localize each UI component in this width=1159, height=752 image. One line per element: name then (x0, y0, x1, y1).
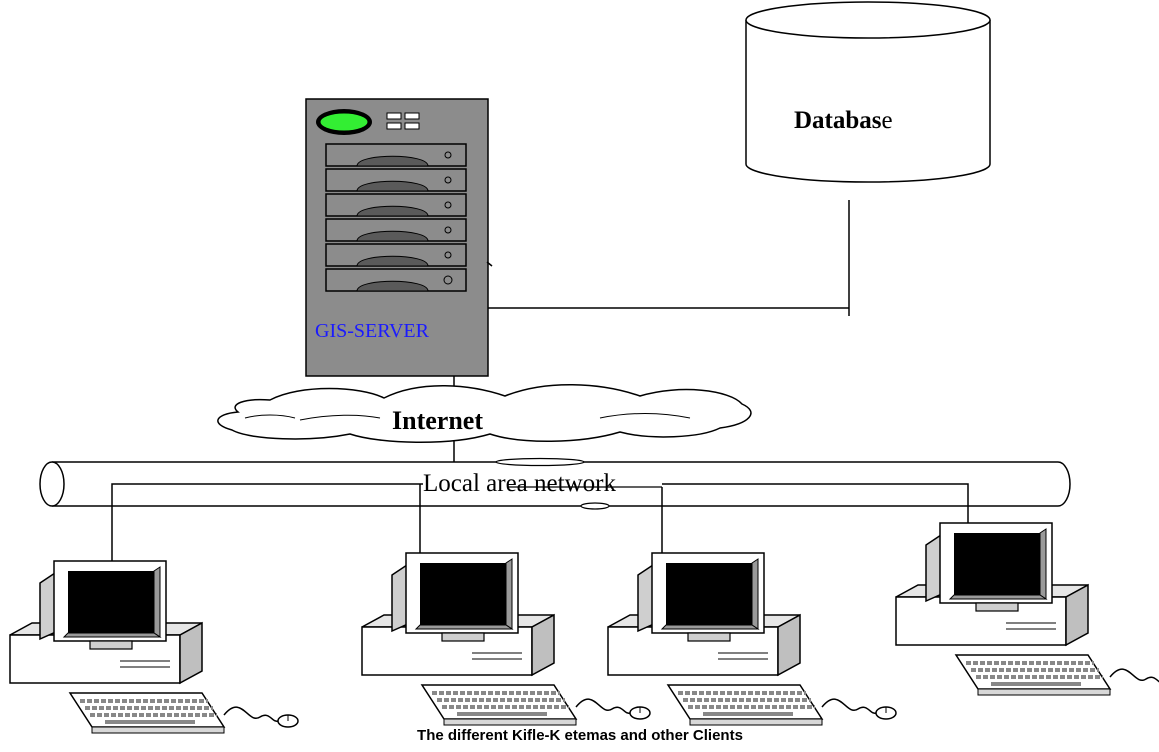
server-label: GIS-SERVER (315, 320, 430, 342)
lan-label: Local area network (423, 470, 616, 497)
client-pc-3 (606, 551, 898, 727)
status-led (319, 112, 369, 132)
client-pc-4 (894, 521, 1159, 697)
client-pc-2 (360, 551, 652, 727)
database-label-bold: Databas (794, 107, 882, 134)
database-label-tail: e (882, 107, 893, 134)
database-label: Database (794, 107, 893, 134)
clients-caption: The different Kifle-K etemas and other C… (417, 727, 743, 744)
network-diagram: Database GIS-SERVER Internet Local area … (8, 1, 1159, 744)
client-pc-1 (8, 559, 300, 735)
internet-cloud: Internet (217, 384, 752, 443)
gis-server: GIS-SERVER (305, 98, 493, 377)
internet-label: Internet (392, 406, 483, 435)
database-cylinder: Database (745, 1, 991, 183)
server-database-link (488, 200, 850, 316)
